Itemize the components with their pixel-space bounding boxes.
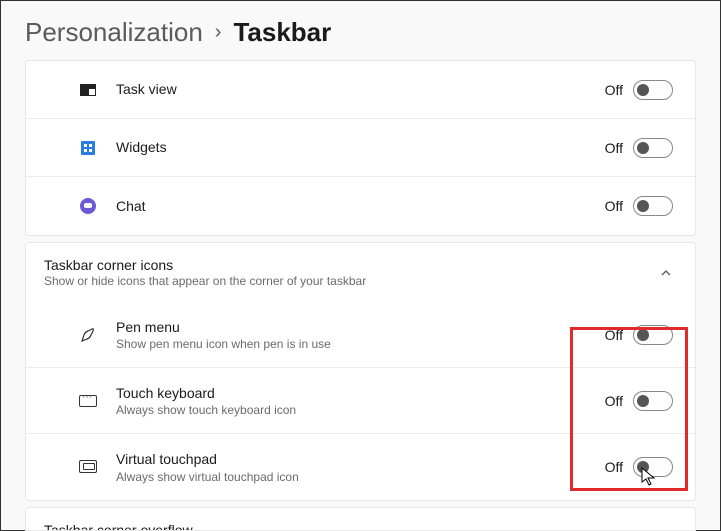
row-virtual-touchpad[interactable]: Virtual touchpad Always show virtual tou…: [26, 434, 695, 499]
taskbar-items-panel: Task view Off Widgets Off Chat Off: [25, 60, 696, 236]
touch-keyboard-sub: Always show touch keyboard icon: [116, 403, 605, 417]
corner-icons-panel: Pen menu Show pen menu icon when pen is …: [25, 302, 696, 501]
touch-keyboard-toggle[interactable]: [633, 391, 673, 411]
keyboard-icon: [78, 391, 98, 411]
chevron-up-icon[interactable]: [659, 266, 673, 280]
touch-keyboard-label: Touch keyboard: [116, 384, 605, 402]
pen-icon: [78, 325, 98, 345]
breadcrumb: Personalization › Taskbar: [1, 1, 720, 60]
task-view-label: Task view: [116, 80, 605, 98]
pen-menu-sub: Show pen menu icon when pen is in use: [116, 337, 605, 351]
corner-icons-subtitle: Show or hide icons that appear on the co…: [44, 274, 659, 288]
row-task-view[interactable]: Task view Off: [26, 61, 695, 119]
virtual-touchpad-state: Off: [605, 459, 623, 475]
pen-menu-toggle[interactable]: [633, 325, 673, 345]
chevron-right-icon: ›: [215, 21, 222, 44]
widgets-label: Widgets: [116, 138, 605, 156]
chat-label: Chat: [116, 197, 605, 215]
breadcrumb-parent[interactable]: Personalization: [25, 17, 203, 48]
chat-toggle[interactable]: [633, 196, 673, 216]
corner-overflow-title: Taskbar corner overflow: [44, 522, 193, 531]
chat-icon: [78, 196, 98, 216]
widgets-icon: [78, 138, 98, 158]
virtual-touchpad-label: Virtual touchpad: [116, 450, 605, 468]
task-view-state: Off: [605, 82, 623, 98]
row-touch-keyboard[interactable]: Touch keyboard Always show touch keyboar…: [26, 368, 695, 434]
widgets-toggle[interactable]: [633, 138, 673, 158]
corner-overflow-header[interactable]: Taskbar corner overflow: [25, 507, 696, 531]
pen-menu-state: Off: [605, 327, 623, 343]
virtual-touchpad-toggle[interactable]: [633, 457, 673, 477]
task-view-toggle[interactable]: [633, 80, 673, 100]
row-chat[interactable]: Chat Off: [26, 177, 695, 235]
corner-icons-header[interactable]: Taskbar corner icons Show or hide icons …: [25, 242, 696, 302]
row-widgets[interactable]: Widgets Off: [26, 119, 695, 177]
pen-menu-label: Pen menu: [116, 318, 605, 336]
corner-icons-title: Taskbar corner icons: [44, 257, 659, 273]
chat-state: Off: [605, 198, 623, 214]
virtual-touchpad-sub: Always show virtual touchpad icon: [116, 470, 605, 484]
widgets-state: Off: [605, 140, 623, 156]
touch-keyboard-state: Off: [605, 393, 623, 409]
task-view-icon: [78, 80, 98, 100]
touchpad-icon: [78, 457, 98, 477]
row-pen-menu[interactable]: Pen menu Show pen menu icon when pen is …: [26, 302, 695, 368]
breadcrumb-current: Taskbar: [233, 17, 331, 48]
